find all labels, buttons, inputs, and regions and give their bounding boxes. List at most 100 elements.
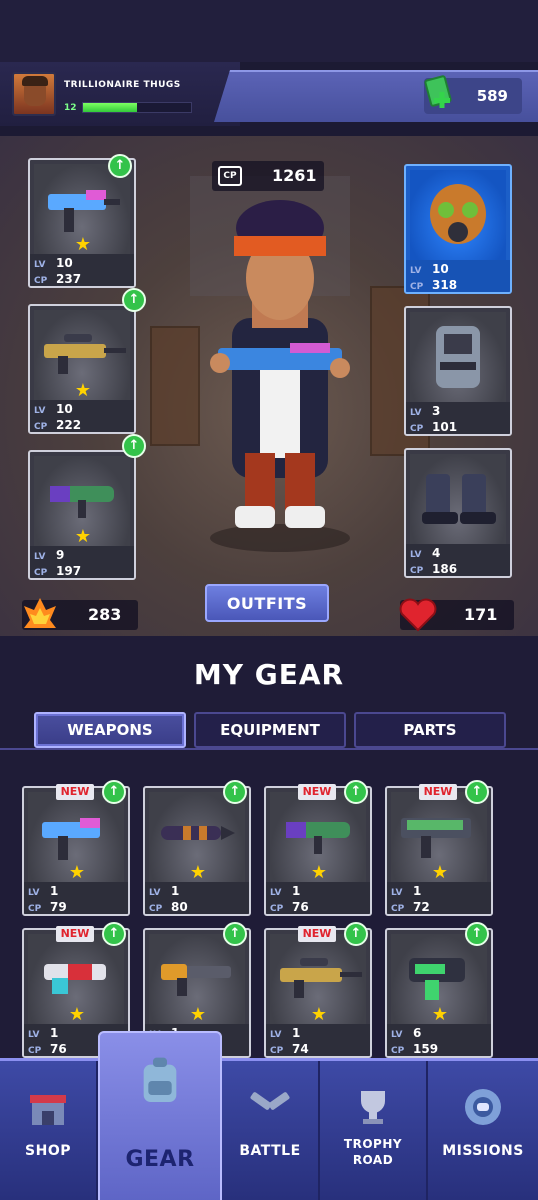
item-stats: LV 1 CP 74 — [266, 1024, 370, 1056]
nav-shop[interactable]: SHOP — [0, 1061, 98, 1200]
player-avatar[interactable] — [12, 72, 56, 116]
outfits-button[interactable]: OUTFITS — [205, 584, 329, 622]
level-value: 10 — [56, 402, 73, 416]
level-key: LV — [34, 260, 46, 270]
upgrade-arrow-icon[interactable]: ↑ — [344, 922, 368, 946]
cp-key: CP — [410, 282, 424, 292]
upgrade-arrow-icon[interactable]: ↑ — [465, 780, 489, 804]
nav-label: TROPHY — [343, 1137, 403, 1151]
attack-stat: 283 — [22, 598, 138, 630]
cp-key: CP — [149, 904, 163, 914]
upgrade-arrow-icon[interactable]: ↑ — [344, 780, 368, 804]
nav-battle[interactable]: BATTLE — [222, 1061, 320, 1200]
cp-value: 72 — [413, 900, 430, 914]
cash-add-icon[interactable] — [424, 74, 454, 114]
level-value: 10 — [432, 262, 449, 276]
missions-icon — [465, 1089, 501, 1125]
level-key: LV — [28, 1030, 40, 1040]
cash-value: 589 — [476, 87, 508, 105]
loadout-arena: CP 1261 ★ LV 10 CP 237 ↑ ★ LV 10 CP 222 … — [0, 136, 538, 636]
item-stats: LV 1 CP 79 — [24, 882, 128, 914]
nav-gear[interactable]: GEAR — [98, 1031, 222, 1200]
rarity-star: ★ — [74, 234, 92, 255]
level-value: 3 — [432, 404, 441, 418]
player-character[interactable] — [190, 198, 370, 558]
cp-value: 76 — [50, 1042, 67, 1056]
level-key: LV — [410, 408, 422, 418]
cp-key: CP — [28, 904, 42, 914]
cp-value: 101 — [432, 420, 458, 434]
nav-label: ROAD — [352, 1153, 394, 1167]
gear-item[interactable]: ★ LV 6 CP 159 — [385, 928, 493, 1058]
slot-stats: LV 3 CP 101 — [406, 402, 510, 434]
boots-icon — [422, 474, 496, 524]
new-badge: NEW — [419, 784, 457, 800]
rarity-star: ★ — [68, 1004, 86, 1025]
tab-equipment[interactable]: EQUIPMENT — [194, 712, 346, 748]
level-value: 10 — [56, 256, 73, 270]
nav-label: SHOP — [25, 1143, 71, 1159]
nav-missions[interactable]: MISSIONS — [428, 1061, 538, 1200]
trophy-icon — [361, 1091, 385, 1124]
nav-trophy-road[interactable]: TROPHY ROAD — [320, 1061, 428, 1200]
item-stats: LV 6 CP 159 — [387, 1024, 491, 1056]
tab-parts[interactable]: PARTS — [354, 712, 506, 748]
item-stats: LV 1 CP 76 — [266, 882, 370, 914]
rarity-star: ★ — [189, 862, 207, 883]
tab-weapons[interactable]: WEAPONS — [34, 712, 186, 748]
cp-key: CP — [410, 566, 424, 576]
cp-key: CP — [410, 424, 424, 434]
cp-value: 80 — [171, 900, 188, 914]
heart-icon — [399, 598, 437, 632]
upgrade-arrow-icon[interactable]: ↑ — [108, 154, 132, 178]
gear-item[interactable]: ★ LV 1 CP 76 — [264, 786, 372, 916]
upgrade-arrow-icon[interactable]: ↑ — [465, 922, 489, 946]
new-badge: NEW — [298, 926, 336, 942]
profile-panel[interactable]: TRILLIONAIRE THUGS 12 — [0, 62, 240, 126]
section-title: MY GEAR — [193, 658, 345, 691]
tabs-divider — [0, 748, 538, 750]
level-key: LV — [391, 888, 403, 898]
slot-stats: LV 4 CP 186 — [406, 544, 510, 576]
cp-key: CP — [34, 568, 48, 578]
upgrade-arrow-icon[interactable]: ↑ — [223, 922, 247, 946]
cp-value: 222 — [56, 418, 82, 432]
weapon-slot-3[interactable]: ★ LV 9 CP 197 — [28, 450, 136, 580]
upgrade-arrow-icon[interactable]: ↑ — [102, 780, 126, 804]
equipment-slot-image — [410, 170, 506, 260]
cp-value: 79 — [50, 900, 67, 914]
gear-item[interactable]: ★ LV 1 CP 72 — [385, 786, 493, 916]
level-value: 9 — [56, 548, 65, 562]
level-value: 4 — [432, 546, 441, 560]
slot-stats: LV 10 CP 318 — [406, 260, 510, 292]
pistols-icon — [250, 1092, 290, 1110]
rarity-star: ★ — [189, 1004, 207, 1025]
cp-key: CP — [34, 422, 48, 432]
level-value: 1 — [171, 884, 180, 898]
upgrade-arrow-icon[interactable]: ↑ — [122, 434, 146, 458]
new-badge: NEW — [56, 926, 94, 942]
weapon-slot-2[interactable]: ★ LV 10 CP 222 — [28, 304, 136, 434]
health-value: 171 — [464, 605, 498, 624]
gear-item[interactable]: ★ LV 1 CP 74 — [264, 928, 372, 1058]
cp-value: 74 — [292, 1042, 309, 1056]
equipment-slot-body[interactable]: LV 3 CP 101 — [404, 306, 512, 436]
upgrade-arrow-icon[interactable]: ↑ — [223, 780, 247, 804]
equipment-slot-feet[interactable]: LV 4 CP 186 — [404, 448, 512, 578]
level-value: 1 — [413, 884, 422, 898]
level-value: 6 — [413, 1026, 422, 1040]
equipment-slot-head[interactable]: LV 10 CP 318 — [404, 164, 512, 294]
upgrade-arrow-icon[interactable]: ↑ — [122, 288, 146, 312]
slot-stats: LV 10 CP 222 — [30, 400, 134, 432]
gear-item[interactable]: ★ LV 1 CP 80 — [143, 786, 251, 916]
slot-stats: LV 10 CP 237 — [30, 254, 134, 286]
cash-counter[interactable]: 589 — [424, 75, 522, 114]
gear-item[interactable]: ★ LV 1 CP 79 — [22, 786, 130, 916]
item-stats: LV 1 CP 80 — [145, 882, 249, 914]
status-bar-area — [0, 0, 538, 62]
level-key: LV — [391, 1030, 403, 1040]
upgrade-arrow-icon[interactable]: ↑ — [102, 922, 126, 946]
total-cp-value: 1261 — [272, 166, 317, 185]
new-badge: NEW — [298, 784, 336, 800]
rarity-star: ★ — [431, 1004, 449, 1025]
